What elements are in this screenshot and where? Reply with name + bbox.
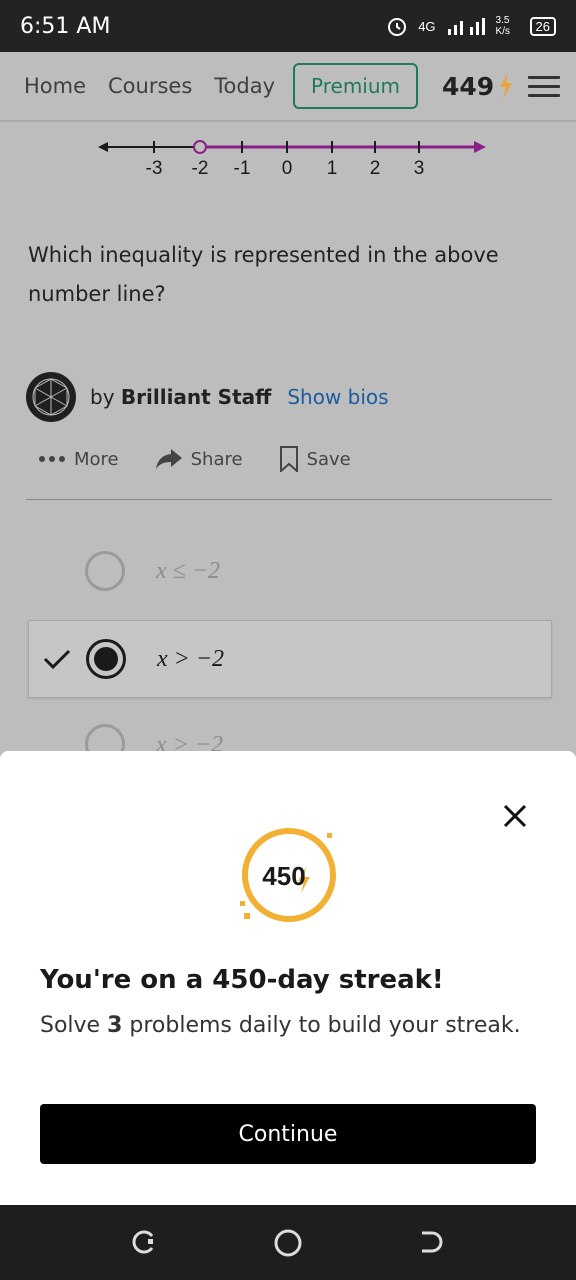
save-label: Save: [306, 448, 351, 470]
divider: [26, 499, 552, 500]
author-avatar: [26, 372, 76, 422]
nav-home[interactable]: Home: [24, 74, 86, 98]
answer-option[interactable]: x ≤ −2: [28, 532, 552, 610]
streak-count[interactable]: 449: [442, 72, 494, 101]
author-row: by Brilliant Staff Show bios: [26, 372, 389, 422]
signal-icon: [447, 18, 485, 35]
menu-icon[interactable]: [528, 76, 560, 98]
radio-button-selected[interactable]: [86, 639, 126, 679]
top-nav: Home Courses Today Premium 449: [0, 52, 576, 122]
system-nav-bar: [0, 1205, 576, 1280]
answer-option-selected[interactable]: x > −2: [28, 620, 552, 698]
network-type: 4G: [418, 18, 436, 34]
more-label: More: [74, 448, 119, 470]
continue-button[interactable]: Continue: [40, 1104, 536, 1164]
network-speed: 3.5 K/s: [495, 15, 510, 37]
status-time: 6:51 AM: [20, 13, 111, 39]
more-dots-icon: [39, 456, 65, 462]
share-arrow-icon: [155, 449, 182, 469]
check-icon: [43, 649, 71, 670]
share-button[interactable]: Share: [155, 448, 243, 470]
subtitle-pre: Solve: [40, 1013, 108, 1038]
status-bar: 6:51 AM 4G 3.5 K/s 26: [0, 0, 576, 52]
badge-number: 450: [262, 861, 305, 891]
tick-label: 2: [370, 158, 381, 179]
streak-title: You're on a 450-day streak!: [40, 965, 444, 995]
home-icon[interactable]: [273, 1228, 303, 1258]
tick-label: -3: [146, 158, 163, 179]
action-row: More Share Save: [38, 446, 387, 472]
show-bios-link[interactable]: Show bios: [287, 385, 388, 409]
alarm-icon: [388, 18, 407, 36]
number-line: -3 -2 -1 0 1 2 3: [98, 140, 486, 179]
battery-icon: 26: [529, 16, 556, 36]
status-icons: 4G 3.5 K/s 26: [386, 15, 556, 37]
radio-button[interactable]: [85, 551, 125, 591]
recent-apps-icon[interactable]: [130, 1228, 158, 1256]
question-text: Which inequality is represented in the a…: [28, 243, 499, 306]
subtitle-count: 3: [107, 1013, 123, 1038]
tick-label: -2: [192, 158, 209, 179]
nav-courses[interactable]: Courses: [108, 74, 192, 98]
tick-label: -1: [234, 158, 251, 179]
tick-label: 1: [327, 158, 338, 179]
bookmark-icon: [279, 446, 298, 472]
back-icon[interactable]: [418, 1228, 444, 1256]
nav-today[interactable]: Today: [214, 74, 275, 98]
more-button[interactable]: More: [38, 449, 119, 470]
option-text: x ≤ −2: [156, 557, 221, 584]
author-by: by Brilliant Staff: [90, 385, 271, 409]
streak-badge: 450: [240, 828, 336, 922]
option-text: x > −2: [157, 645, 225, 672]
tick-label: 3: [414, 158, 425, 179]
close-icon[interactable]: [502, 803, 528, 829]
bolt-icon: [500, 73, 513, 99]
premium-button[interactable]: Premium: [293, 63, 419, 109]
save-button[interactable]: Save: [279, 446, 351, 472]
streak-subtitle: Solve 3 problems daily to build your str…: [40, 1007, 540, 1045]
author-name[interactable]: Brilliant Staff: [121, 385, 271, 409]
streak-modal: 450 You're on a 450-day streak! Solve 3 …: [0, 751, 576, 1205]
by-label: by: [90, 385, 115, 409]
subtitle-post: problems daily to build your streak.: [122, 1013, 521, 1038]
share-label: Share: [190, 448, 243, 470]
tick-label: 0: [282, 158, 293, 179]
